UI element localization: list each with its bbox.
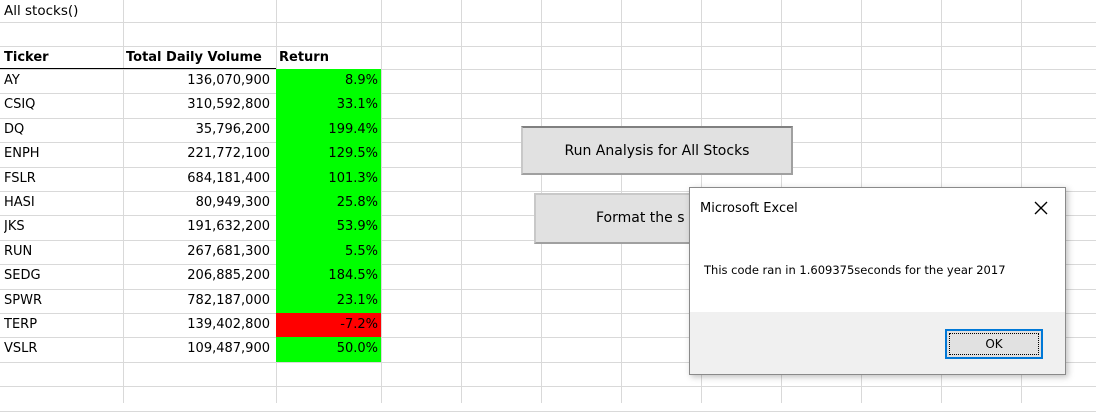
return-cell[interactable]: 23.1% [276, 289, 381, 312]
return-cell[interactable]: 53.9% [276, 215, 381, 238]
ticker-cell[interactable]: FSLR [4, 167, 122, 190]
gridline [0, 22, 1096, 23]
ticker-cell[interactable]: SPWR [4, 289, 122, 312]
volume-cell[interactable]: 191,632,200 [123, 215, 273, 238]
return-cell[interactable]: 50.0% [276, 337, 381, 360]
header-volume[interactable]: Total Daily Volume [126, 46, 276, 69]
return-cell[interactable]: 25.8% [276, 191, 381, 214]
ticker-cell[interactable]: AY [4, 69, 122, 92]
message-dialog: Microsoft Excel This code ran in 1.60937… [689, 187, 1066, 375]
ticker-cell[interactable]: TERP [4, 313, 122, 336]
return-cell[interactable]: 199.4% [276, 118, 381, 141]
run-analysis-button[interactable]: Run Analysis for All Stocks [521, 126, 793, 175]
volume-cell[interactable]: 139,402,800 [123, 313, 273, 336]
return-cell[interactable]: 8.9% [276, 69, 381, 92]
ticker-cell[interactable]: VSLR [4, 337, 122, 360]
return-cell[interactable]: 33.1% [276, 93, 381, 116]
dialog-footer: OK [690, 312, 1065, 374]
return-cell[interactable]: 129.5% [276, 142, 381, 165]
volume-cell[interactable]: 109,487,900 [123, 337, 273, 360]
ticker-cell[interactable]: CSIQ [4, 93, 122, 116]
ticker-cell[interactable]: DQ [4, 118, 122, 141]
ticker-cell[interactable]: ENPH [4, 142, 122, 165]
dialog-title: Microsoft Excel [700, 201, 798, 216]
ok-button[interactable]: OK [945, 329, 1043, 359]
volume-cell[interactable]: 80,949,300 [123, 191, 273, 214]
sheet-title[interactable]: All stocks() [4, 0, 78, 23]
volume-cell[interactable]: 684,181,400 [123, 167, 273, 190]
volume-cell[interactable]: 221,772,100 [123, 142, 273, 165]
header-ticker[interactable]: Ticker [4, 46, 122, 69]
gridline [461, 0, 462, 403]
return-cell[interactable]: -7.2% [276, 313, 381, 336]
dialog-message: This code ran in 1.609375seconds for the… [704, 263, 1006, 277]
return-cell[interactable]: 184.5% [276, 264, 381, 287]
ticker-cell[interactable]: JKS [4, 215, 122, 238]
ticker-cell[interactable]: HASI [4, 191, 122, 214]
volume-cell[interactable]: 206,885,200 [123, 264, 273, 287]
gridline [0, 386, 1096, 387]
ticker-cell[interactable]: SEDG [4, 264, 122, 287]
return-cell[interactable]: 5.5% [276, 240, 381, 263]
header-return[interactable]: Return [279, 46, 384, 69]
ticker-cell[interactable]: RUN [4, 240, 122, 263]
close-icon-glyph [1034, 201, 1048, 215]
volume-cell[interactable]: 35,796,200 [123, 118, 273, 141]
volume-cell[interactable]: 782,187,000 [123, 289, 273, 312]
close-icon[interactable] [1029, 196, 1053, 220]
volume-cell[interactable]: 310,592,800 [123, 93, 273, 116]
return-cell[interactable]: 101.3% [276, 167, 381, 190]
volume-cell[interactable]: 267,681,300 [123, 240, 273, 263]
format-table-button[interactable]: Format the s [534, 193, 694, 244]
volume-cell[interactable]: 136,070,900 [123, 69, 273, 92]
